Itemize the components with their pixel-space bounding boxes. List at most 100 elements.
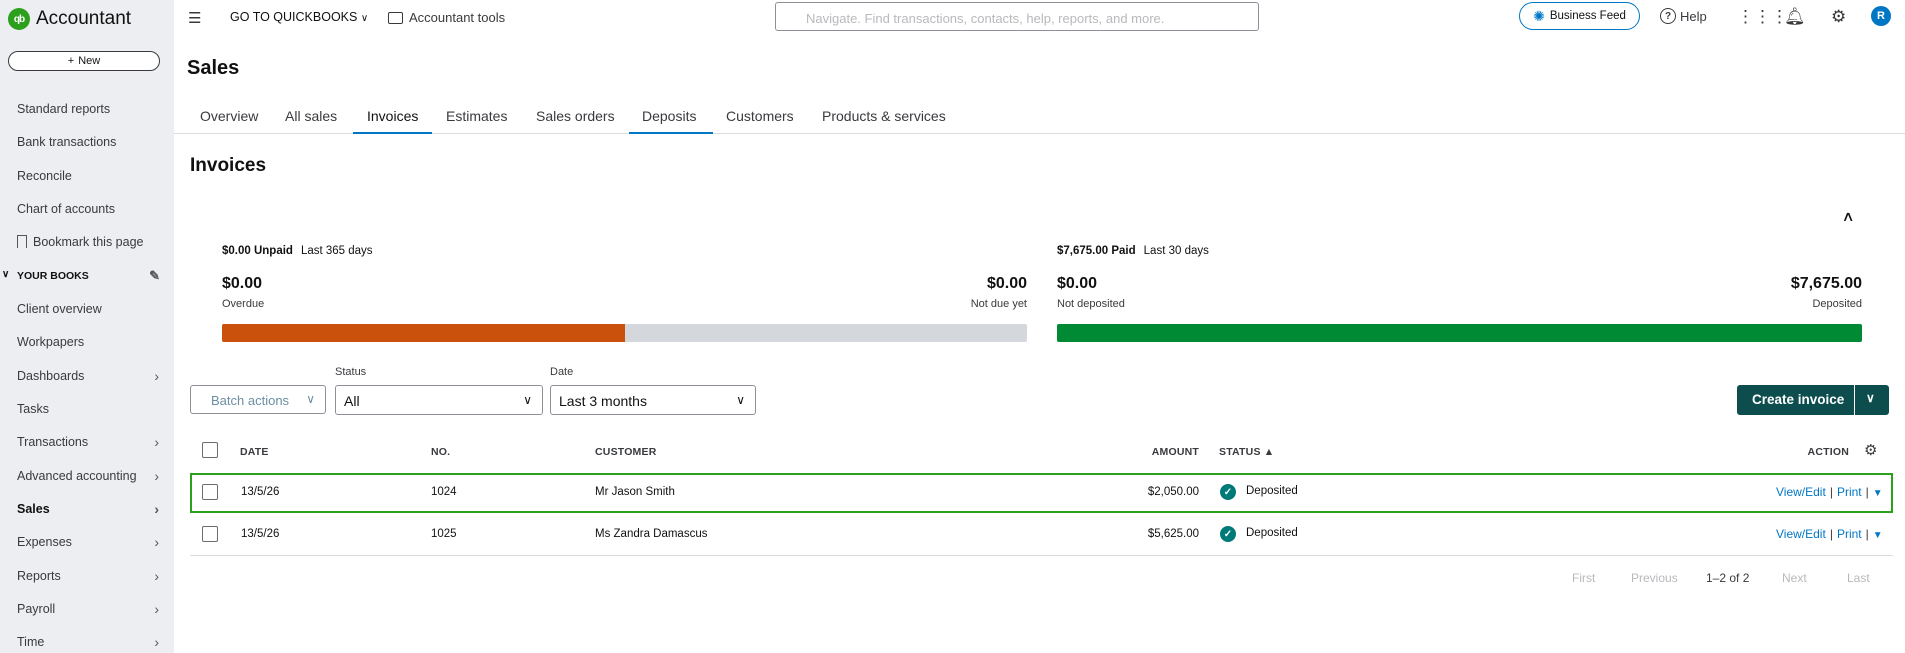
goto-label: GO TO QUICKBOOKS <box>230 10 358 24</box>
sidebar-item-reports[interactable]: Reports › <box>17 566 167 586</box>
unpaid-amount: $0.00 Unpaid <box>222 245 293 257</box>
batch-actions-button[interactable]: Batch actions ∨ <box>190 385 326 414</box>
row-customer: Mr Jason Smith <box>595 486 675 498</box>
chevron-up-icon[interactable]: ∧ <box>1841 208 1854 225</box>
row-actions: View/Edit | Print | ▼ <box>1776 527 1883 541</box>
column-header-status[interactable]: STATUS ▲ <box>1219 446 1274 458</box>
sidebar-item-standard-reports[interactable]: Standard reports <box>17 99 167 119</box>
pagination-range: 1–2 of 2 <box>1706 571 1750 585</box>
create-invoice-label: Create invoice <box>1752 392 1845 407</box>
column-header-customer[interactable]: CUSTOMER <box>595 446 657 458</box>
column-header-amount[interactable]: AMOUNT <box>1120 446 1199 458</box>
chevron-down-icon[interactable]: ∨ <box>1866 391 1875 405</box>
pagination-first[interactable]: First <box>1572 571 1595 585</box>
avatar[interactable]: R <box>1871 6 1891 26</box>
sidebar-item-chart-of-accounts[interactable]: Chart of accounts <box>17 199 167 219</box>
sidebar-item-sales[interactable]: Sales › <box>17 499 167 519</box>
pencil-icon[interactable]: ✎ <box>149 268 160 284</box>
tab-estimates[interactable]: Estimates <box>446 108 507 124</box>
check-circle-icon: ✓ <box>1220 484 1236 500</box>
status-filter-label: Status <box>335 366 367 378</box>
tab-all-sales[interactable]: All sales <box>285 108 337 124</box>
chevron-right-icon: › <box>154 368 159 384</box>
print-link[interactable]: Print <box>1837 527 1862 541</box>
chevron-down-icon: ∨ <box>306 392 315 406</box>
sidebar-item-time[interactable]: Time › <box>17 632 167 652</box>
chevron-right-icon: › <box>154 568 159 584</box>
sidebar-item-workpapers[interactable]: Workpapers <box>17 332 167 352</box>
new-button[interactable]: + New <box>8 51 160 71</box>
date-filter-label: Date <box>550 366 574 378</box>
action-separator: | <box>1865 527 1869 541</box>
tab-sales-orders[interactable]: Sales orders <box>536 108 615 124</box>
row-number: 1024 <box>431 486 457 498</box>
row-date: 13/5/26 <box>241 486 280 498</box>
plus-icon: + <box>67 55 75 67</box>
row-checkbox[interactable] <box>202 484 218 500</box>
chevron-right-icon: › <box>154 468 159 484</box>
help-icon: ? <box>1660 8 1676 24</box>
business-feed-label: Business Feed <box>1549 10 1626 22</box>
print-link[interactable]: Print <box>1837 485 1862 499</box>
table-bottom-divider <box>190 555 1893 556</box>
sidebar-item-dashboards[interactable]: Dashboards › <box>17 366 167 386</box>
help-button[interactable]: ? Help <box>1660 8 1707 24</box>
goto-quickbooks-menu[interactable]: GO TO QUICKBOOKS ∨ <box>230 10 368 24</box>
view-edit-link[interactable]: View/Edit <box>1776 527 1826 541</box>
sidebar-item-label: Payroll <box>17 602 56 616</box>
pagination-previous[interactable]: Previous <box>1631 571 1678 585</box>
sidebar-item-transactions[interactable]: Transactions › <box>17 432 167 452</box>
view-edit-link[interactable]: View/Edit <box>1776 485 1826 499</box>
action-separator: | <box>1829 485 1833 499</box>
bell-icon[interactable]: 🔔︎ <box>1784 7 1806 27</box>
caret-down-icon[interactable]: ▼ <box>1873 488 1883 499</box>
sidebar-item-expenses[interactable]: Expenses › <box>17 532 167 552</box>
tab-deposits[interactable]: Deposits <box>642 108 696 124</box>
pagination-next[interactable]: Next <box>1782 571 1807 585</box>
paid-summary-header: $7,675.00 Paid Last 30 days <box>1057 245 1209 257</box>
active-tab-indicator <box>353 132 432 134</box>
apps-grid-icon[interactable]: ⋮⋮⋮ <box>1737 7 1788 27</box>
table-settings-gear-icon[interactable]: ⚙ <box>1864 441 1877 459</box>
accountant-tools-button[interactable]: Accountant tools <box>388 10 505 25</box>
column-header-no[interactable]: NO. <box>431 446 450 458</box>
sidebar-item-label: Time <box>17 635 45 649</box>
tab-products-services[interactable]: Products & services <box>822 108 946 124</box>
menu-toggle-icon[interactable]: ☰ <box>188 9 201 27</box>
tab-customers[interactable]: Customers <box>726 108 794 124</box>
sidebar-item-bookmark[interactable]: Bookmark this page <box>17 232 167 252</box>
sidebar-item-reconcile[interactable]: Reconcile <box>17 166 167 186</box>
business-feed-button[interactable]: ✺ Business Feed <box>1519 2 1640 30</box>
caret-down-icon[interactable]: ▼ <box>1873 530 1883 541</box>
sidebar-item-bank-transactions[interactable]: Bank transactions <box>17 132 167 152</box>
date-filter-select[interactable]: Last 3 months ∨ <box>550 385 756 415</box>
search-input[interactable]: Navigate. Find transactions, contacts, h… <box>775 2 1259 31</box>
create-invoice-button[interactable]: Create invoice ∨ <box>1737 385 1889 415</box>
chevron-down-icon: ∨ <box>736 393 745 407</box>
row-date: 13/5/26 <box>241 528 280 540</box>
new-button-label: New <box>78 55 101 67</box>
tab-overview[interactable]: Overview <box>200 108 258 124</box>
paid-progress-bar[interactable] <box>1057 324 1862 342</box>
column-header-action: ACTION <box>1807 446 1849 458</box>
sidebar-item-advanced-accounting[interactable]: Advanced accounting › <box>17 466 167 486</box>
gear-icon[interactable]: ⚙ <box>1831 7 1846 27</box>
help-label: Help <box>1680 8 1707 24</box>
accountant-tools-label: Accountant tools <box>409 10 506 25</box>
tab-invoices[interactable]: Invoices <box>367 108 418 124</box>
sparkle-icon: ✺ <box>1533 7 1545 24</box>
select-all-checkbox[interactable] <box>202 442 218 458</box>
sidebar-item-client-overview[interactable]: Client overview <box>17 299 167 319</box>
your-books-header[interactable]: ∨ YOUR BOOKS ✎ <box>0 266 170 286</box>
status-filter-value: All <box>344 393 360 409</box>
unpaid-progress-bar[interactable] <box>222 324 1027 342</box>
sidebar-item-payroll[interactable]: Payroll › <box>17 599 167 619</box>
column-header-date[interactable]: DATE <box>240 446 269 458</box>
sidebar-item-tasks[interactable]: Tasks <box>17 399 167 419</box>
logo[interactable]: qb Accountant <box>8 8 131 30</box>
pagination-last[interactable]: Last <box>1847 571 1870 585</box>
batch-actions-label: Batch actions <box>211 393 290 408</box>
row-actions: View/Edit | Print | ▼ <box>1776 485 1883 499</box>
row-amount: $5,625.00 <box>1147 528 1199 540</box>
status-filter-select[interactable]: All ∨ <box>335 385 543 415</box>
